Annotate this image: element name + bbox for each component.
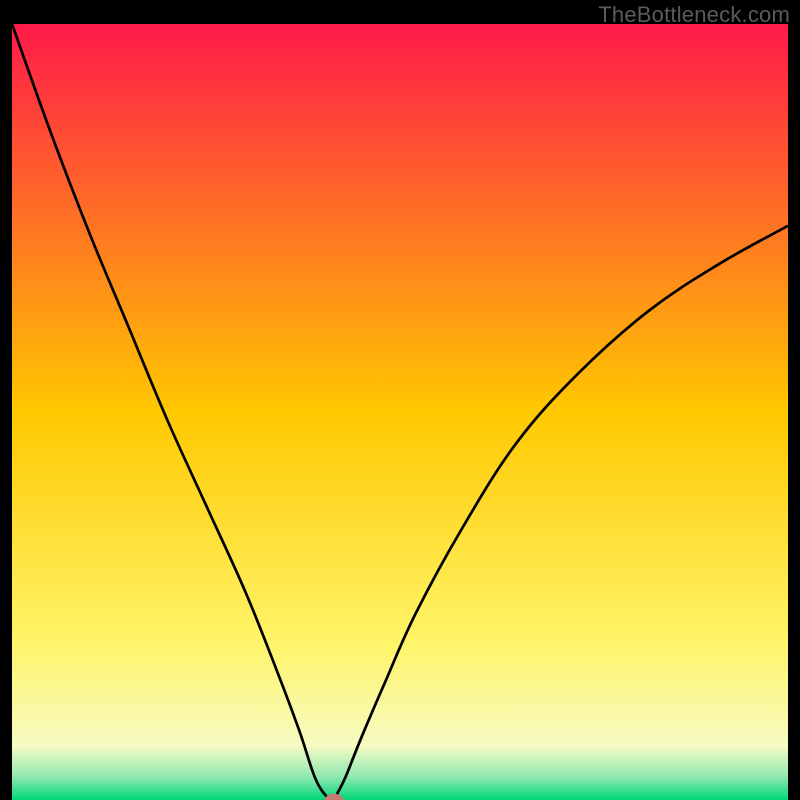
bottleneck-chart	[12, 24, 788, 800]
chart-frame: TheBottleneck.com	[0, 0, 800, 800]
watermark-text: TheBottleneck.com	[598, 2, 790, 28]
chart-background	[12, 24, 788, 800]
